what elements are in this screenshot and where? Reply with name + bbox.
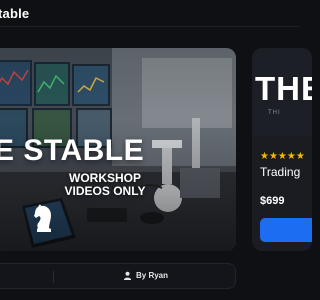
- author-byline[interactable]: By Ryan: [123, 271, 168, 280]
- hero-title: E STABLE: [0, 134, 145, 167]
- hero-subtitle-line2: VIDEOS ONLY: [64, 184, 146, 198]
- product-banner-subtitle: THI: [268, 110, 281, 116]
- info-divider: [53, 271, 54, 283]
- product-card[interactable]: THE THI ★★★★★ Trading $699: [252, 48, 312, 251]
- info-bar: By Ryan: [0, 263, 236, 289]
- brand-name[interactable]: table: [0, 6, 29, 21]
- user-icon: [123, 271, 132, 280]
- star-rating: ★★★★★: [260, 151, 305, 162]
- chess-knight-icon: [34, 204, 51, 232]
- header-divider: [0, 26, 300, 27]
- product-name[interactable]: Trading: [260, 165, 300, 179]
- product-banner-title: THE: [255, 70, 312, 107]
- author-name: By Ryan: [136, 271, 169, 280]
- hero-subtitle: WORKSHOP VIDEOS ONLY: [50, 172, 160, 198]
- product-price: $699: [260, 195, 285, 207]
- hero-carousel[interactable]: E STABLE WORKSHOP VIDEOS ONLY: [0, 48, 236, 251]
- buy-button[interactable]: [260, 218, 312, 242]
- product-banner: THE THI: [252, 48, 312, 136]
- top-bar: table: [0, 0, 300, 26]
